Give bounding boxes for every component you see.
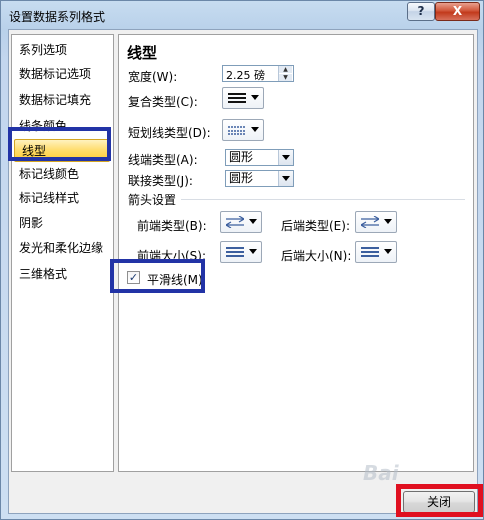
join-type-value: 圆形 [229,171,254,185]
end-size-dropdown[interactable] [355,241,397,263]
begin-type-label: 前端类型(B): [137,219,207,233]
arrow-size-icon [361,247,379,257]
dash-type-label: 短划线类型(D): [128,126,211,140]
compound-type-dropdown[interactable] [222,87,264,109]
arrow-type-icon [226,216,244,228]
chevron-down-icon [249,219,257,224]
join-type-label: 联接类型(J): [128,174,193,188]
arrow-size-icon [226,247,244,257]
title-bar[interactable]: 设置数据系列格式 ? X [1,1,484,29]
nav-item-series-options[interactable]: 系列选项 [12,39,113,61]
cap-type-select[interactable]: 圆形 [225,149,294,166]
chevron-down-icon [251,127,259,132]
join-type-select[interactable]: 圆形 [225,170,294,187]
arrow-settings-heading: 箭头设置 [128,193,177,207]
end-type-label: 后端类型(E): [281,219,350,233]
line-style-panel: 线型 宽度(W): 2.25 磅 ▲ ▼ 复合类型(C): 短划线类型(D): [118,34,474,472]
smooth-line-label[interactable]: 平滑线(M) [147,271,203,288]
width-label: 宽度(W): [128,70,178,84]
width-value[interactable]: 2.25 磅 [226,67,265,83]
compound-type-label: 复合类型(C): [128,95,198,109]
format-data-series-dialog: 设置数据系列格式 ? X 系列选项 数据标记选项 数据标记填充 线条颜色 线型 … [0,0,484,520]
arrow-type-icon [361,216,379,228]
end-type-dropdown[interactable] [355,211,397,233]
chevron-down-icon [251,95,259,100]
nav-item-marker-line-style[interactable]: 标记线样式 [12,187,113,209]
cap-type-label: 线端类型(A): [128,153,198,167]
chevron-down-icon [384,219,392,224]
nav-item-marker-line-color[interactable]: 标记线颜色 [12,163,113,185]
compound-line-icon [228,93,246,103]
dash-line-icon [228,126,246,135]
nav-item-glow-soft-edges[interactable]: 发光和柔化边缘 [12,237,113,259]
help-button[interactable]: ? [407,2,435,21]
chevron-down-icon[interactable] [278,171,293,186]
chevron-down-icon [249,249,257,254]
width-spin-buttons: ▲ ▼ [278,66,293,81]
section-divider [181,199,465,200]
chevron-down-icon[interactable] [278,150,293,165]
end-size-label: 后端大小(N): [281,249,352,263]
nav-item-marker-fill[interactable]: 数据标记填充 [12,89,113,111]
cap-type-value: 圆形 [229,150,254,164]
nav-item-line-style[interactable]: 线型 [14,139,110,162]
chevron-down-icon [384,249,392,254]
nav-item-line-color[interactable]: 线条颜色 [12,115,113,137]
category-list: 系列选项 数据标记选项 数据标记填充 线条颜色 线型 标记线颜色 标记线样式 阴… [11,34,114,472]
close-button[interactable]: 关闭 [403,491,475,513]
smooth-line-checkbox[interactable]: ✓ [127,271,140,284]
nav-item-3d-format[interactable]: 三维格式 [12,263,113,285]
checkmark-icon: ✓ [128,271,139,284]
spin-up-icon[interactable]: ▲ [279,66,292,73]
window-close-button[interactable]: X [435,2,480,21]
dialog-body: 系列选项 数据标记选项 数据标记填充 线条颜色 线型 标记线颜色 标记线样式 阴… [8,29,478,514]
begin-size-label: 前端大小(S): [137,249,207,263]
begin-size-dropdown[interactable] [220,241,262,263]
nav-item-shadow[interactable]: 阴影 [12,212,113,234]
nav-item-marker-options[interactable]: 数据标记选项 [12,63,113,85]
panel-heading: 线型 [127,44,158,62]
watermark: Bai [363,461,399,485]
spin-down-icon[interactable]: ▼ [279,74,292,81]
width-spinner[interactable]: 2.25 磅 ▲ ▼ [222,65,294,82]
dash-type-dropdown[interactable] [222,119,264,141]
begin-type-dropdown[interactable] [220,211,262,233]
dialog-title: 设置数据系列格式 [9,10,106,24]
